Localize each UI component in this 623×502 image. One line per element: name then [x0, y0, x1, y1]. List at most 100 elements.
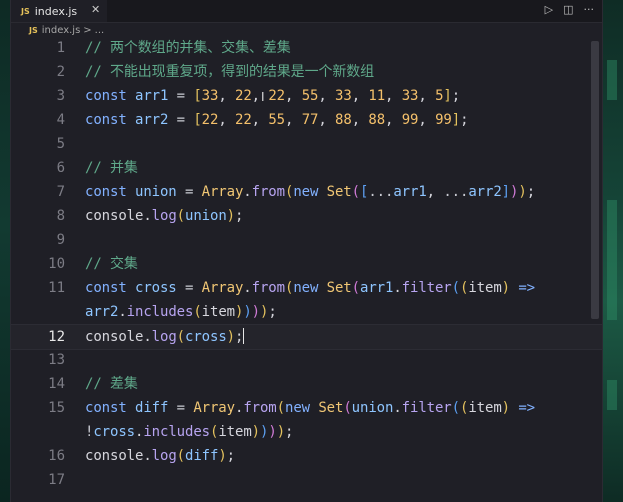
- code-token: ,: [218, 88, 235, 104]
- code-line[interactable]: 17: [11, 468, 602, 492]
- code-token: .: [393, 400, 402, 416]
- code-token: 33: [335, 88, 352, 104]
- code-token: .: [143, 448, 152, 464]
- line-number: 7: [56, 184, 65, 200]
- code-token: from: [251, 184, 285, 200]
- code-token: new: [293, 280, 327, 296]
- tab-index-js[interactable]: JS index.js ✕: [11, 0, 107, 22]
- js-file-icon: JS: [29, 26, 38, 35]
- code-token: // 差集: [85, 376, 138, 392]
- code-token: ): [268, 424, 277, 440]
- code-line[interactable]: 7 const union = Array.from(new Set([...ar…: [11, 180, 602, 204]
- code-token: 22: [268, 88, 286, 104]
- code-token: log: [151, 329, 177, 345]
- code-line[interactable]: 15 const diff = Array.from(new Set(union.…: [11, 396, 602, 420]
- code-line[interactable]: 8 console.log(union);: [11, 204, 602, 228]
- line-number: 6: [56, 160, 65, 176]
- code-line[interactable]: 11 const cross = Array.from(new Set(arr1.…: [11, 276, 602, 300]
- line-number: 17: [48, 472, 65, 488]
- scrollbar-thumb[interactable]: [591, 41, 599, 319]
- background-stripe: [607, 200, 617, 320]
- code-line[interactable]: 9: [11, 228, 602, 252]
- code-token: (: [176, 329, 185, 345]
- code-token: ): [501, 280, 510, 296]
- code-line[interactable]: 1 // 两个数组的并集、交集、差集: [11, 36, 602, 60]
- code-token: ,: [218, 112, 235, 128]
- line-number: 1: [56, 40, 65, 56]
- code-token: 88: [368, 112, 386, 128]
- code-token: ): [218, 448, 227, 464]
- code-token: 22: [235, 88, 252, 104]
- code-token: new: [284, 400, 319, 416]
- code-text: arr2.includes(item))));: [85, 300, 277, 324]
- code-token: [: [193, 88, 202, 104]
- code-token: // 不能出现重复项，得到的结果是一个新数组: [85, 64, 375, 80]
- code-token: ;: [268, 304, 277, 320]
- code-text: // 两个数组的并集、交集、差集: [85, 36, 291, 60]
- code-text: const arr1 = [33, 22, 22, 55, 33, 11, 33…: [85, 84, 460, 108]
- line-number: 2: [56, 64, 65, 80]
- code-line[interactable]: 3 const arr1 = [33, 22, 22, 55, 33, 11, 3…: [11, 84, 602, 108]
- code-token: ,: [351, 88, 369, 104]
- code-token: log: [151, 448, 177, 464]
- code-token: ): [251, 424, 260, 440]
- run-icon[interactable]: ▷: [545, 3, 553, 16]
- code-token: filter: [401, 400, 452, 416]
- code-token: 77: [301, 112, 319, 128]
- code-token: .: [118, 304, 127, 320]
- code-line[interactable]: 4 const arr2 = [22, 22, 55, 77, 88, 88, 9…: [11, 108, 602, 132]
- code-text: // 不能出现重复项，得到的结果是一个新数组: [85, 60, 374, 84]
- code-token: log: [151, 208, 177, 224]
- code-token: ...: [368, 184, 394, 200]
- code-token: ,: [426, 184, 444, 200]
- code-line[interactable]: 14 // 差集: [11, 372, 602, 396]
- more-actions-icon[interactable]: ···: [584, 3, 595, 16]
- code-line[interactable]: 2 // 不能出现重复项，得到的结果是一个新数组: [11, 60, 602, 84]
- tab-label: index.js: [34, 4, 78, 18]
- code-token: ): [243, 304, 252, 320]
- code-token: new: [293, 184, 327, 200]
- code-token: =: [168, 88, 194, 104]
- code-line[interactable]: !cross.includes(item))));: [11, 420, 602, 444]
- code-token: arr2: [85, 304, 119, 320]
- code-token: =: [168, 400, 194, 416]
- line-number: 11: [48, 280, 65, 296]
- line-number: 12: [48, 329, 65, 345]
- code-token: const: [85, 112, 135, 128]
- code-token: .: [143, 208, 152, 224]
- code-text: const arr2 = [22, 22, 55, 77, 88, 88, 99…: [85, 108, 469, 132]
- breadcrumb-separator: >: [83, 25, 92, 36]
- background-art-left: [0, 0, 10, 502]
- code-text: const union = Array.from(new Set([...arr…: [85, 180, 535, 204]
- vertical-scrollbar[interactable]: [589, 39, 600, 502]
- close-icon[interactable]: ✕: [91, 3, 100, 16]
- code-line[interactable]: 12 console.log(cross);: [11, 324, 602, 350]
- code-line[interactable]: 16 console.log(diff);: [11, 444, 602, 468]
- background-stripe: [607, 60, 617, 100]
- breadcrumb-ellipsis[interactable]: ...: [95, 25, 105, 36]
- code-token: ,: [385, 112, 402, 128]
- code-token: 33: [401, 88, 419, 104]
- code-token: ): [251, 304, 261, 320]
- line-number: 16: [48, 448, 65, 464]
- breadcrumb-file[interactable]: index.js: [42, 25, 81, 36]
- code-token: item: [201, 304, 235, 320]
- code-line[interactable]: arr2.includes(item))));: [11, 300, 602, 324]
- code-token: (: [451, 400, 460, 416]
- code-token: (: [176, 208, 185, 224]
- code-token: const: [85, 400, 135, 416]
- code-line[interactable]: 6 // 并集: [11, 156, 602, 180]
- code-token: (: [343, 400, 352, 416]
- code-text: const cross = Array.from(new Set(arr1.fi…: [85, 276, 535, 300]
- code-token: ): [518, 184, 527, 200]
- code-editor[interactable]: 1 // 两个数组的并集、交集、差集 2 // 不能出现重复项，得到的结果是一个新数组…: [11, 39, 602, 502]
- code-token: ,: [285, 112, 302, 128]
- code-token: (: [451, 280, 460, 296]
- code-token: item: [218, 424, 252, 440]
- code-token: 55: [268, 112, 286, 128]
- code-line[interactable]: 5: [11, 132, 602, 156]
- code-line[interactable]: 10 // 交集: [11, 252, 602, 276]
- code-token: cross: [185, 329, 227, 345]
- code-line[interactable]: 13: [11, 348, 602, 372]
- split-editor-icon[interactable]: ◫: [563, 3, 573, 16]
